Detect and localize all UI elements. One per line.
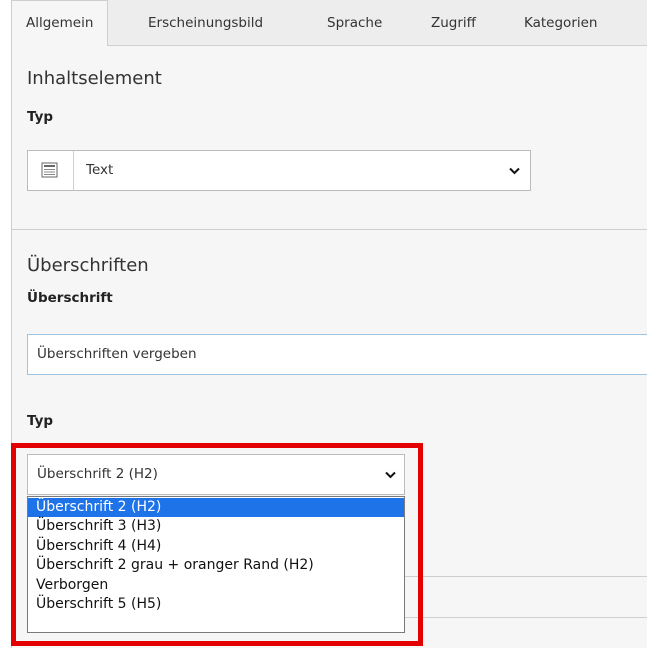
tab-zugriff[interactable]: Zugriff [431, 0, 476, 46]
divider-line [405, 576, 647, 577]
heading-label: Überschrift [27, 290, 113, 306]
heading-type-label: Typ [27, 413, 54, 429]
tab-bar: Allgemein Erscheinungsbild Sprache Zugri… [11, 0, 647, 47]
highlight-frame [11, 443, 423, 646]
content-type-value: Text [86, 162, 114, 178]
tab-kategorien[interactable]: Kategorien [524, 0, 597, 46]
tab-allgemein[interactable]: Allgemein [11, 0, 109, 47]
heading-input[interactable]: Überschriften vergeben [27, 334, 647, 375]
chevron-down-icon [509, 167, 520, 175]
tab-sprache[interactable]: Sprache [327, 0, 382, 46]
section-divider [11, 229, 647, 230]
content-type-select[interactable]: Text [27, 150, 531, 191]
divider-line [405, 617, 647, 618]
section-title-ueberschriften: Überschriften [27, 255, 149, 276]
section-title-inhaltselement: Inhaltselement [27, 68, 162, 89]
type-label: Typ [27, 109, 54, 125]
text-element-icon [28, 151, 74, 190]
tab-erscheinungsbild[interactable]: Erscheinungsbild [148, 0, 263, 46]
